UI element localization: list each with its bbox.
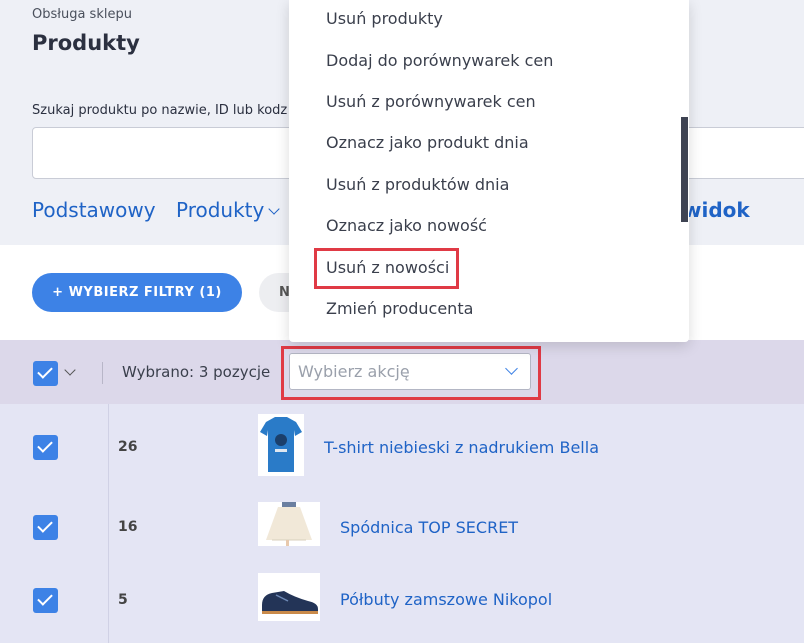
highlight-frame-select (281, 346, 541, 400)
product-name-link[interactable]: Spódnica TOP SECRET (340, 518, 518, 537)
tab-produkty-label: Produkty (176, 198, 265, 222)
menu-item-change-manufacturer[interactable]: Zmień producenta (326, 299, 473, 318)
check-icon (37, 437, 53, 453)
tshirt-icon (258, 414, 304, 476)
selected-count: Wybrano: 3 pozycje (122, 363, 271, 381)
row-checkbox[interactable] (33, 435, 58, 460)
menu-item-remove-product-of-day[interactable]: Usuń z produktów dnia (326, 175, 509, 194)
chevron-down-icon[interactable] (64, 364, 76, 376)
check-icon (37, 517, 53, 533)
breadcrumb[interactable]: Obsługa sklepu (32, 7, 132, 22)
product-list: 26 T-shirt niebieski z nadrukiem Bella 1… (0, 404, 804, 643)
menu-item-mark-new[interactable]: Oznacz jako nowość (326, 216, 487, 235)
product-id: 16 (118, 519, 138, 535)
product-name-link[interactable]: Półbuty zamszowe Nikopol (340, 590, 552, 609)
row-checkbox[interactable] (33, 588, 58, 613)
check-icon (37, 590, 53, 606)
menu-item-remove-price-compare[interactable]: Usuń z porównywarek cen (326, 92, 536, 111)
product-id: 26 (118, 439, 138, 455)
choose-filters-button[interactable]: + WYBIERZ FILTRY (1) (32, 273, 242, 312)
tab-widok[interactable]: widok (683, 198, 750, 222)
product-id: 5 (118, 592, 128, 608)
table-row[interactable]: 16 Spódnica TOP SECRET (0, 482, 804, 560)
product-name-link[interactable]: T-shirt niebieski z nadrukiem Bella (324, 438, 599, 457)
shoe-icon (258, 573, 320, 621)
column-divider (108, 404, 109, 643)
menu-item-remove-products[interactable]: Usuń produkty (326, 9, 443, 28)
tab-produkty[interactable]: Produkty (176, 198, 281, 222)
table-row[interactable]: 5 Półbuty zamszowe Nikopol (0, 560, 804, 638)
product-thumbnail[interactable] (258, 573, 320, 621)
action-dropdown-menu: Usuń produkty Dodaj do porównywarek cen … (289, 0, 689, 342)
check-icon (37, 363, 53, 379)
product-thumbnail[interactable] (258, 502, 320, 546)
divider (102, 362, 103, 384)
menu-item-mark-product-of-day[interactable]: Oznacz jako produkt dnia (326, 133, 529, 152)
highlight-frame-menu-item (314, 248, 459, 289)
page-title: Produkty (32, 31, 140, 55)
skirt-icon (258, 502, 320, 546)
search-label: Szukaj produktu po nazwie, ID lub kodz (32, 103, 288, 118)
menu-item-add-price-compare[interactable]: Dodaj do porównywarek cen (326, 51, 553, 70)
dropdown-scrollbar[interactable] (681, 117, 688, 222)
chevron-down-icon (268, 203, 281, 215)
product-thumbnail[interactable] (258, 414, 304, 476)
row-checkbox[interactable] (33, 515, 58, 540)
table-row[interactable]: 26 T-shirt niebieski z nadrukiem Bella (0, 404, 804, 482)
tab-podstawowy[interactable]: Podstawowy (32, 198, 156, 222)
select-all-checkbox[interactable] (33, 361, 58, 386)
